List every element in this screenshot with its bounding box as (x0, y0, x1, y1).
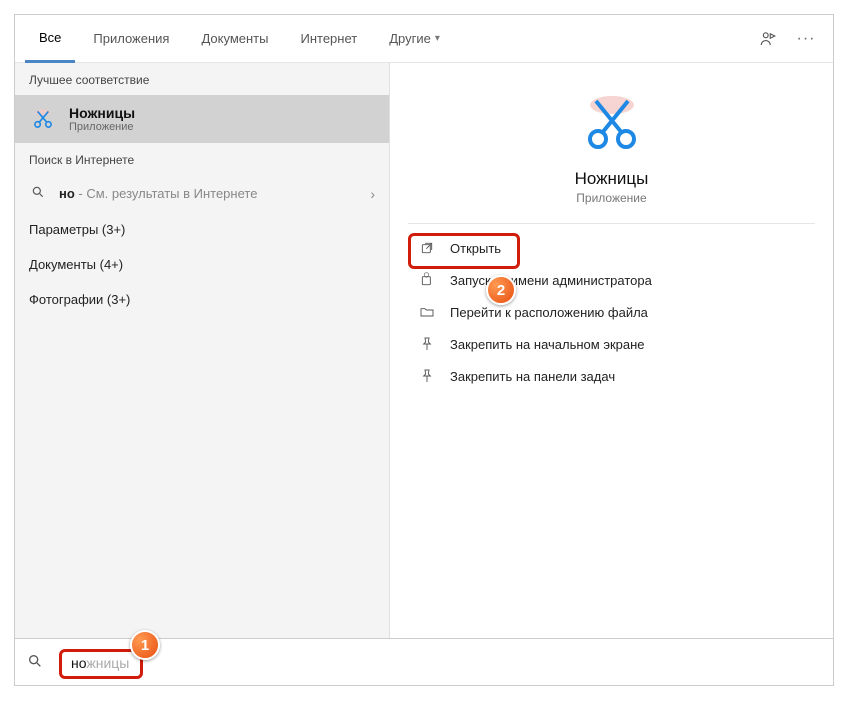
tab-internet[interactable]: Интернет (286, 15, 371, 63)
app-preview-panel: Ножницы Приложение Открыть Запуск от име… (389, 63, 833, 638)
pin-icon (418, 368, 436, 384)
action-label: Перейти к расположению файла (450, 305, 648, 320)
result-title: Ножницы (69, 105, 135, 121)
action-run-as-admin[interactable]: Запуск от имени администратора (390, 264, 833, 296)
tab-documents[interactable]: Документы (187, 15, 282, 63)
action-label: Открыть (450, 241, 501, 256)
app-subtitle: Приложение (576, 191, 646, 205)
action-label: Закрепить на панели задач (450, 369, 615, 384)
result-snipping-tool[interactable]: Ножницы Приложение (15, 95, 389, 143)
annotation-badge-2: 2 (486, 275, 516, 305)
search-icon (27, 653, 43, 672)
chevron-down-icon: ▾ (435, 33, 440, 44)
action-label: Закрепить на начальном экране (450, 337, 645, 352)
search-tabs: Все Приложения Документы Интернет Другие… (15, 15, 833, 63)
category-label: Параметры (3+) (29, 222, 375, 237)
web-search-header: Поиск в Интернете (15, 143, 389, 175)
result-subtitle: Приложение (69, 121, 135, 133)
action-pin-start[interactable]: Закрепить на начальном экране (390, 328, 833, 360)
pin-icon (418, 336, 436, 352)
results-panel: Лучшее соответствие Ножницы Приложение (15, 63, 389, 638)
category-photos[interactable]: Фотографии (3+) (15, 282, 389, 317)
action-pin-taskbar[interactable]: Закрепить на панели задач (390, 360, 833, 392)
annotation-badge-1: 1 (130, 630, 160, 660)
folder-icon (418, 304, 436, 320)
tab-apps[interactable]: Приложения (79, 15, 183, 63)
tab-other-label: Другие (389, 31, 431, 46)
category-label: Фотографии (3+) (29, 292, 375, 307)
divider (408, 223, 815, 224)
scissors-icon (576, 87, 648, 159)
category-parameters[interactable]: Параметры (3+) (15, 212, 389, 247)
action-label: Запуск от имени администратора (450, 273, 652, 288)
app-title: Ножницы (575, 169, 649, 189)
search-icon (29, 185, 47, 202)
action-open[interactable]: Открыть (390, 232, 833, 264)
scissors-icon (29, 105, 57, 133)
action-open-file-location[interactable]: Перейти к расположению файла (390, 296, 833, 328)
search-input[interactable] (51, 654, 821, 670)
chevron-right-icon: › (370, 186, 375, 202)
category-documents[interactable]: Документы (4+) (15, 247, 389, 282)
open-icon (418, 240, 436, 256)
feedback-icon[interactable] (751, 15, 785, 63)
shield-icon (418, 272, 436, 288)
web-search-text: но - См. результаты в Интернете (59, 186, 358, 201)
best-match-header: Лучшее соответствие (15, 63, 389, 95)
tab-other[interactable]: Другие ▾ (375, 15, 454, 63)
more-icon[interactable]: ··· (789, 15, 823, 63)
category-label: Документы (4+) (29, 257, 375, 272)
web-search-row[interactable]: но - См. результаты в Интернете › (15, 175, 389, 212)
tab-all[interactable]: Все (25, 15, 75, 63)
